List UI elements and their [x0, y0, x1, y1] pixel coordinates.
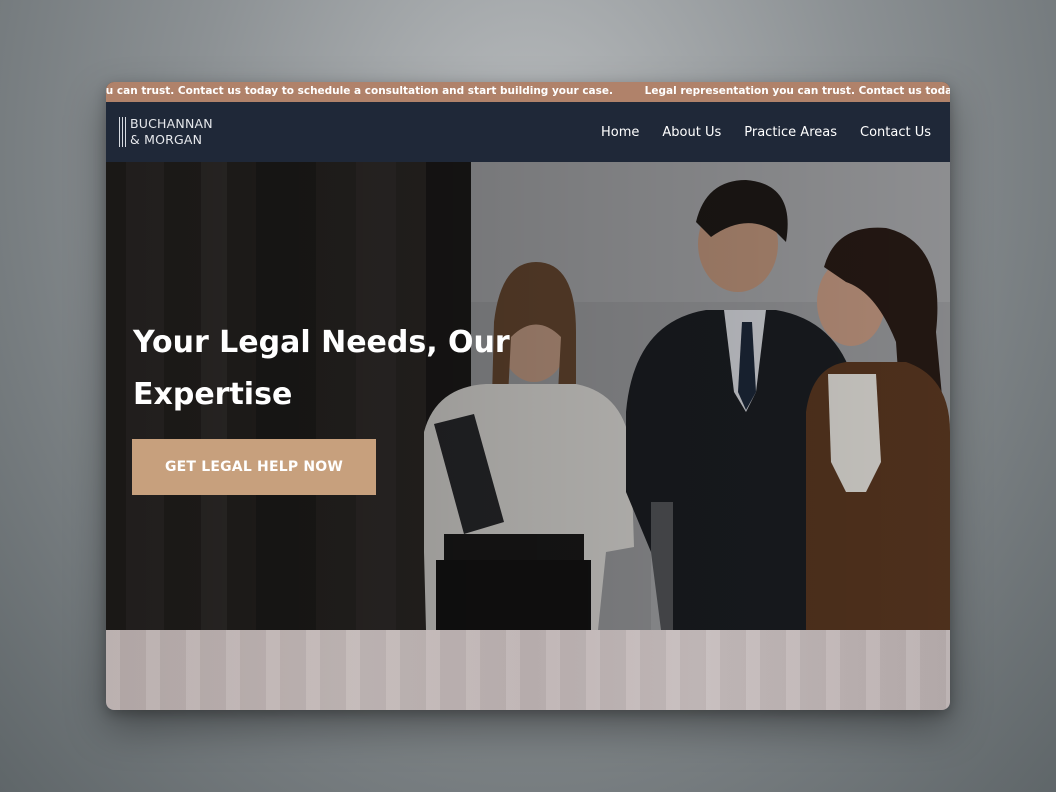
hero-title-line2: Expertise [133, 377, 293, 412]
nav-item-contact-us[interactable]: Contact Us [860, 125, 931, 140]
get-legal-help-button[interactable]: GET LEGAL HELP NOW [132, 439, 376, 495]
next-section-preview [106, 630, 950, 710]
site-header: BUCHANNAN & MORGAN Home About Us Practic… [106, 102, 950, 162]
ticker-track: Legal representation you can trust. Cont… [106, 85, 950, 97]
brand-name-line2: & MORGAN [130, 132, 203, 147]
announcement-ticker: Legal representation you can trust. Cont… [106, 82, 950, 102]
brand-name-line1: BUCHANNAN [130, 116, 213, 131]
ticker-message: Legal representation you can trust. Cont… [644, 85, 950, 97]
hero-heading: Your Legal Needs, Our Expertise [133, 317, 553, 421]
hero-title-line1: Your Legal Needs, Our [133, 325, 510, 360]
ticker-message: Legal representation you can trust. Cont… [106, 85, 614, 97]
main-nav: Home About Us Practice Areas Contact Us [601, 102, 931, 162]
next-section-background [106, 630, 950, 710]
nav-item-home[interactable]: Home [601, 125, 639, 140]
nav-item-about-us[interactable]: About Us [662, 125, 721, 140]
hero-section: Your Legal Needs, Our Expertise GET LEGA… [106, 162, 950, 630]
nav-item-practice-areas[interactable]: Practice Areas [744, 125, 837, 140]
brand-logo[interactable]: BUCHANNAN & MORGAN [119, 116, 213, 148]
browser-window: Legal representation you can trust. Cont… [106, 82, 950, 710]
brand-name: BUCHANNAN & MORGAN [130, 116, 213, 148]
logo-bars-icon [119, 117, 128, 147]
